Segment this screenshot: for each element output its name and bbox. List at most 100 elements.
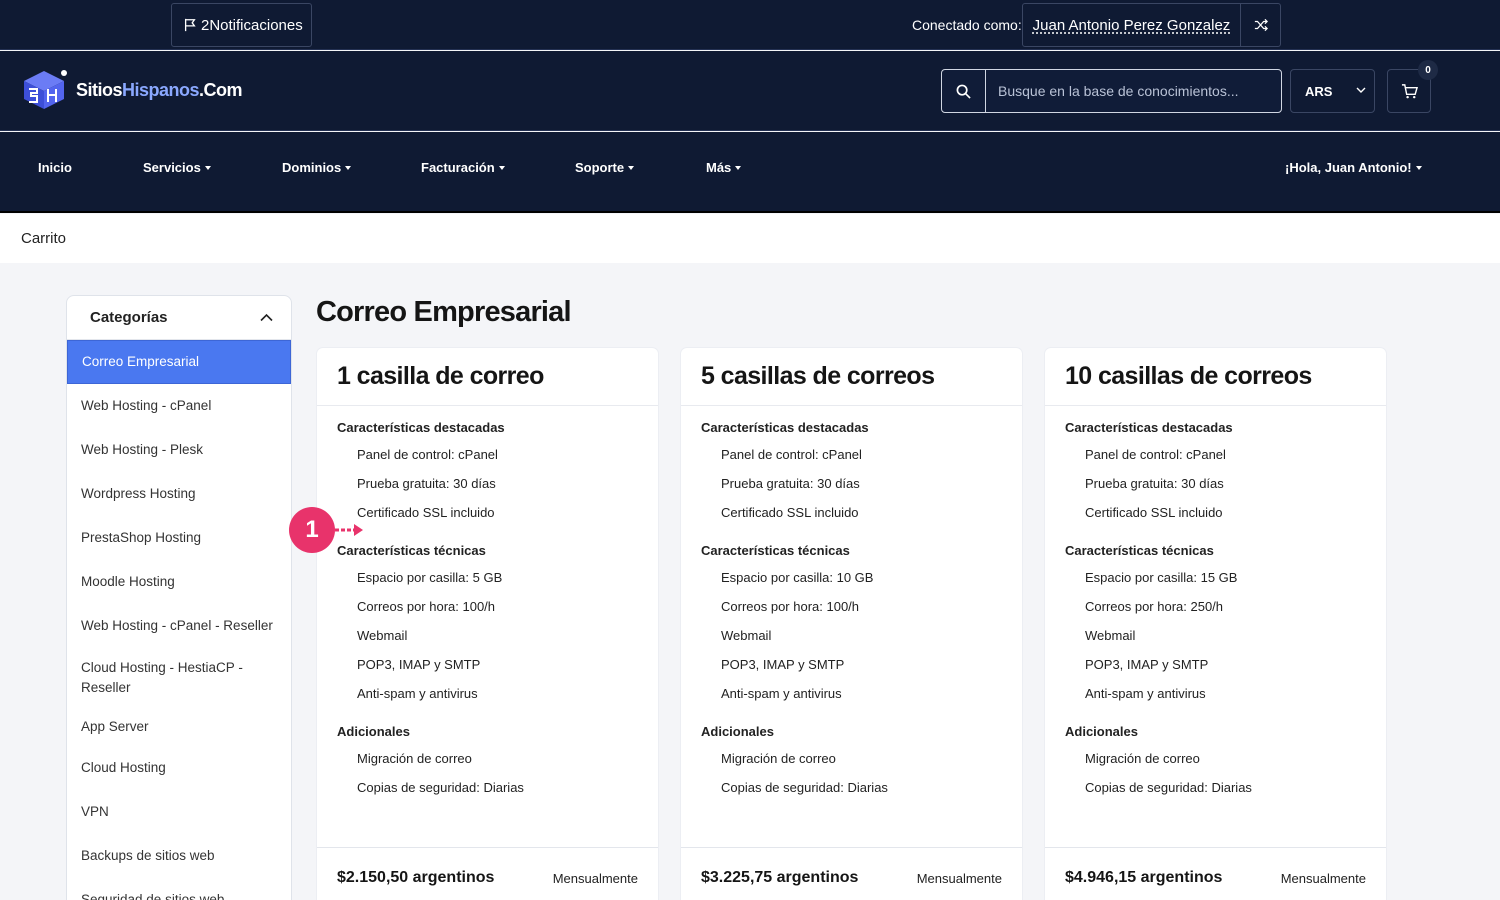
nav-inicio[interactable]: Inicio xyxy=(38,160,72,175)
knowledgebase-search xyxy=(941,69,1282,113)
search-input[interactable] xyxy=(986,70,1281,112)
feature-heading: Características técnicas xyxy=(701,543,850,558)
feature-item: POP3, IMAP y SMTP xyxy=(357,657,481,672)
feature-item: Migración de correo xyxy=(357,751,472,766)
nav-facturacion[interactable]: Facturación xyxy=(421,160,505,175)
caret-down-icon xyxy=(498,165,505,170)
feature-heading: Adicionales xyxy=(1065,724,1138,739)
feature-item: Prueba gratuita: 30 días xyxy=(721,476,860,491)
main-nav: Inicio Servicios Dominios Facturación So… xyxy=(0,132,1500,213)
product-price: $4.946,15 argentinos xyxy=(1065,869,1223,886)
cart-count-badge: 0 xyxy=(1418,60,1438,80)
user-name-link[interactable]: Juan Antonio Perez Gonzalez xyxy=(1023,4,1240,46)
feature-item: Correos por hora: 100/h xyxy=(721,599,860,614)
sidebar-item-app-server[interactable]: App Server xyxy=(67,708,291,746)
currency-value: ARS xyxy=(1305,83,1333,99)
sidebar-item-cloud-hosting-hestiacp-reseller[interactable]: Cloud Hosting - HestiaCP - Reseller xyxy=(67,648,291,708)
nav-servicios[interactable]: Servicios xyxy=(143,160,211,175)
billing-cycle: Mensualmente xyxy=(1280,870,1366,886)
annotation-marker: 1 xyxy=(289,507,335,553)
feature-heading: Características técnicas xyxy=(1065,543,1214,558)
product-card: 10 casillas de correos Características d… xyxy=(1045,348,1386,900)
feature-item: POP3, IMAP y SMTP xyxy=(1085,657,1209,672)
header: SitiosHispanos.Com ARS xyxy=(0,51,1500,131)
billing-cycle: Mensualmente xyxy=(552,870,638,886)
feature-item: Anti-spam y antivirus xyxy=(1085,686,1206,701)
product-name: 1 casilla de correo xyxy=(317,348,658,406)
sidebar-item-backups-sitios-web[interactable]: Backups de sitios web xyxy=(67,834,291,878)
feature-item: Copias de seguridad: Diarias xyxy=(721,780,888,795)
feature-item: Correos por hora: 250/h xyxy=(1085,599,1224,614)
product-footer: $4.946,15 argentinos Mensualmente xyxy=(1045,847,1386,900)
feature-item: Espacio por casilla: 10 GB xyxy=(721,570,874,585)
feature-heading: Adicionales xyxy=(337,724,410,739)
chevron-down-icon xyxy=(1356,87,1366,93)
feature-item: Certificado SSL incluido xyxy=(721,505,859,520)
cart-icon xyxy=(1401,83,1418,98)
feature-item: Espacio por casilla: 5 GB xyxy=(357,570,503,585)
sidebar-item-web-hosting-cpanel-reseller[interactable]: Web Hosting - cPanel - Reseller xyxy=(67,604,291,648)
notifications-button[interactable]: 2Notificaciones xyxy=(171,3,312,47)
currency-select[interactable]: ARS xyxy=(1290,69,1375,113)
sidebar-item-web-hosting-plesk[interactable]: Web Hosting - Plesk xyxy=(67,428,291,472)
caret-down-icon xyxy=(735,165,742,170)
product-name: 10 casillas de correos xyxy=(1045,348,1386,406)
site-logo[interactable]: SitiosHispanos.Com xyxy=(20,69,243,111)
feature-item: POP3, IMAP y SMTP xyxy=(721,657,845,672)
chevron-up-icon xyxy=(260,313,273,322)
feature-heading: Adicionales xyxy=(701,724,774,739)
sidebar-item-prestashop-hosting[interactable]: PrestaShop Hosting xyxy=(67,516,291,560)
feature-item: Anti-spam y antivirus xyxy=(357,686,478,701)
product-card: 5 casillas de correos Características de… xyxy=(681,348,1022,900)
shuffle-icon xyxy=(1254,18,1268,32)
feature-item: Migración de correo xyxy=(1085,751,1200,766)
feature-item: Prueba gratuita: 30 días xyxy=(1085,476,1224,491)
top-bar: 2Notificaciones Conectado como: Juan Ant… xyxy=(0,0,1500,50)
flag-icon xyxy=(184,18,196,32)
categories-title: Categorías xyxy=(90,309,168,326)
search-button[interactable] xyxy=(942,70,986,112)
feature-item: Certificado SSL incluido xyxy=(357,505,495,520)
feature-item: Correos por hora: 100/h xyxy=(357,599,496,614)
caret-down-icon xyxy=(628,165,635,170)
sidebar-item-wordpress-hosting[interactable]: Wordpress Hosting xyxy=(67,472,291,516)
categories-sidebar: Categorías Correo Empresarial Web Hostin… xyxy=(66,295,292,900)
nav-account-greeting[interactable]: ¡Hola, Juan Antonio! xyxy=(1285,160,1422,175)
feature-item: Certificado SSL incluido xyxy=(1085,505,1223,520)
feature-item: Webmail xyxy=(721,628,772,643)
nav-dominios[interactable]: Dominios xyxy=(282,160,352,175)
feature-item: Panel de control: cPanel xyxy=(721,447,862,462)
notifications-label: 2Notificaciones xyxy=(201,16,303,34)
nav-mas[interactable]: Más xyxy=(706,160,742,175)
feature-item: Copias de seguridad: Diarias xyxy=(357,780,524,795)
product-footer: $2.150,50 argentinos Mensualmente xyxy=(317,847,658,900)
feature-item: Prueba gratuita: 30 días xyxy=(357,476,496,491)
page-title: Correo Empresarial xyxy=(316,296,572,328)
sidebar-item-vpn[interactable]: VPN xyxy=(67,790,291,834)
feature-item: Anti-spam y antivirus xyxy=(721,686,842,701)
feature-item: Panel de control: cPanel xyxy=(357,447,498,462)
product-card: 1 casilla de correo Características dest… xyxy=(317,348,658,900)
sidebar-item-moodle-hosting[interactable]: Moodle Hosting xyxy=(67,560,291,604)
sidebar-item-correo-empresarial[interactable]: Correo Empresarial xyxy=(67,340,291,384)
feature-item: Webmail xyxy=(1085,628,1136,643)
product-footer: $3.225,75 argentinos Mensualmente xyxy=(681,847,1022,900)
product-price: $2.150,50 argentinos xyxy=(337,869,495,886)
shuffle-button[interactable] xyxy=(1240,4,1280,46)
product-price: $3.225,75 argentinos xyxy=(701,869,859,886)
billing-cycle: Mensualmente xyxy=(916,870,1002,886)
arrow-right-icon xyxy=(335,524,363,536)
breadcrumb: Carrito xyxy=(0,214,1500,263)
caret-down-icon xyxy=(345,165,352,170)
search-icon xyxy=(956,84,971,99)
sidebar-item-cloud-hosting[interactable]: Cloud Hosting xyxy=(67,746,291,790)
caret-down-icon xyxy=(204,165,211,170)
feature-item: Migración de correo xyxy=(721,751,836,766)
categories-header[interactable]: Categorías xyxy=(67,296,291,340)
feature-item: Panel de control: cPanel xyxy=(1085,447,1226,462)
nav-soporte[interactable]: Soporte xyxy=(575,160,635,175)
sidebar-item-seguridad-sitios-web[interactable]: Seguridad de sitios web xyxy=(67,878,291,900)
logo-cube-icon xyxy=(24,70,67,109)
breadcrumb-current: Carrito xyxy=(21,230,67,247)
sidebar-item-web-hosting-cpanel[interactable]: Web Hosting - cPanel xyxy=(67,384,291,428)
